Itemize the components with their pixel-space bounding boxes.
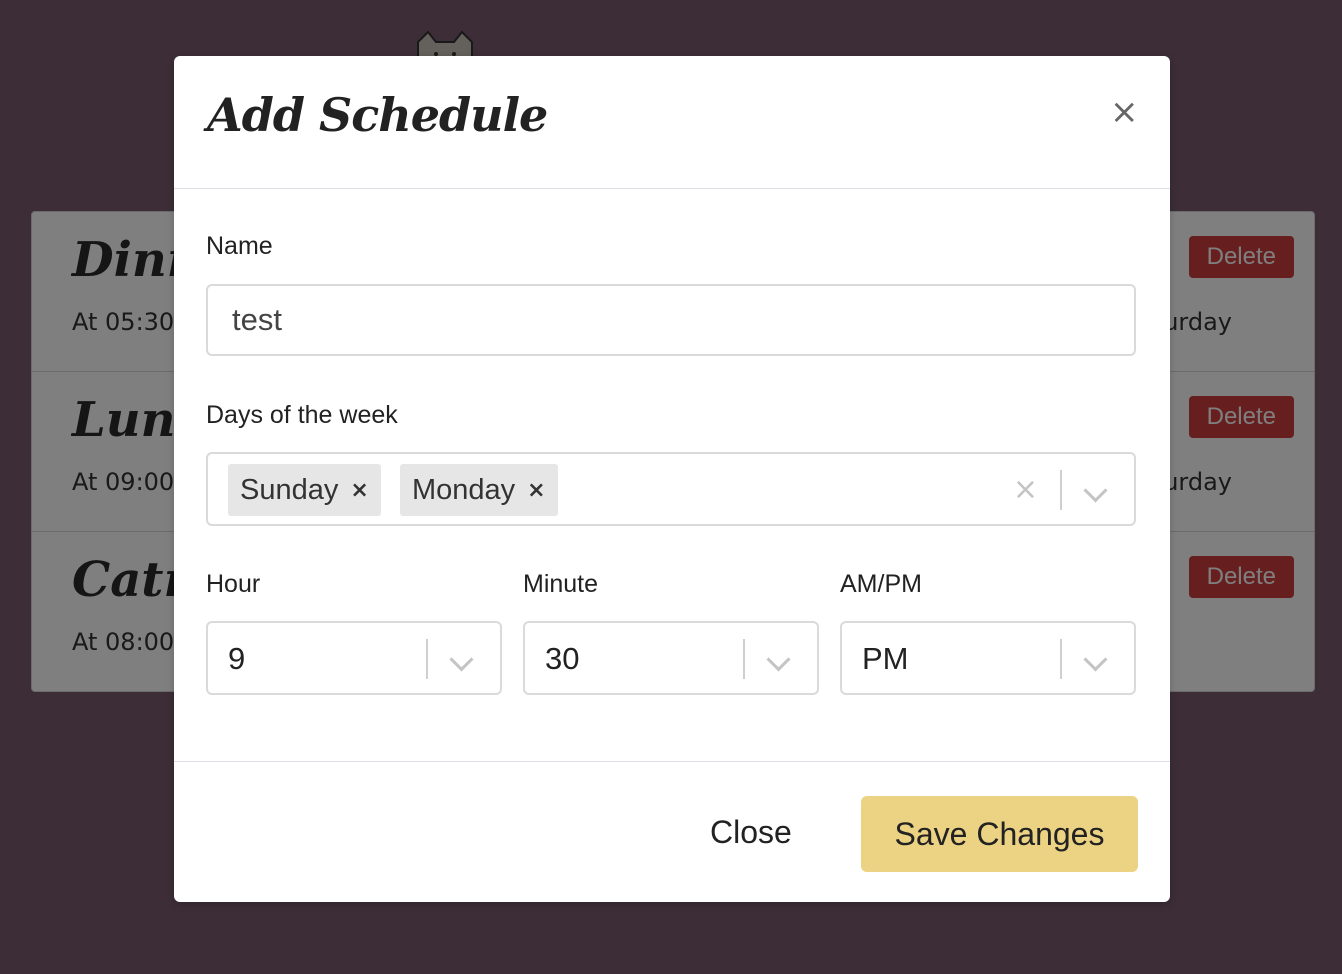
modal-footer: Close Save Changes <box>174 761 1170 903</box>
clear-icon[interactable]: × <box>1013 470 1038 510</box>
chevron-down-icon[interactable] <box>766 647 791 672</box>
hour-label: Hour <box>206 570 261 598</box>
chevron-down-icon[interactable] <box>1083 647 1108 672</box>
separator <box>426 639 428 679</box>
chevron-down-icon[interactable] <box>449 647 474 672</box>
name-label: Name <box>206 232 273 260</box>
hour-value: 9 <box>228 641 246 676</box>
remove-chip-icon[interactable]: × <box>338 478 380 503</box>
hour-select[interactable]: 9 <box>206 621 502 695</box>
remove-chip-icon[interactable]: × <box>515 478 557 503</box>
add-schedule-modal: Add Schedule × Name Days of the week Sun… <box>174 56 1170 902</box>
minute-value: 30 <box>545 641 580 676</box>
minute-label: Minute <box>523 570 599 598</box>
separator <box>1060 470 1062 510</box>
name-input[interactable] <box>206 284 1136 356</box>
day-chip-sunday: Sunday × <box>228 464 381 516</box>
days-label: Days of the week <box>206 401 398 429</box>
day-chip-label: Sunday <box>240 473 339 506</box>
separator <box>743 639 745 679</box>
close-button[interactable]: Close <box>710 814 792 851</box>
minute-select[interactable]: 30 <box>523 621 819 695</box>
save-changes-button[interactable]: Save Changes <box>861 796 1138 872</box>
separator <box>1060 639 1062 679</box>
ampm-label: AM/PM <box>840 570 922 598</box>
ampm-select[interactable]: PM <box>840 621 1136 695</box>
modal-header: Add Schedule × <box>174 56 1170 189</box>
modal-title: Add Schedule <box>207 88 548 142</box>
close-icon[interactable]: × <box>1110 92 1139 132</box>
day-chip-monday: Monday × <box>400 464 558 516</box>
chevron-down-icon[interactable] <box>1083 478 1108 503</box>
ampm-value: PM <box>862 641 909 676</box>
days-multiselect[interactable]: Sunday × Monday × × <box>206 452 1136 526</box>
day-chip-label: Monday <box>412 473 516 506</box>
